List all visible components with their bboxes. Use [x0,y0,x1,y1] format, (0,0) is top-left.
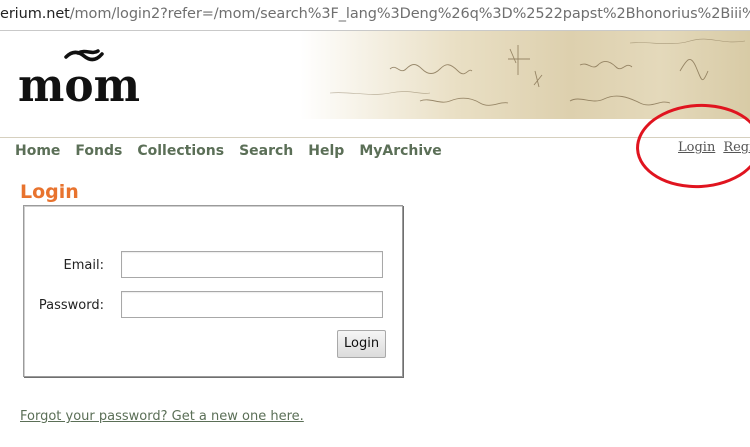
nav-fonds[interactable]: Fonds [75,143,122,159]
nav-help[interactable]: Help [308,143,344,159]
forgot-password-link[interactable]: Forgot your password? Get a new one here… [20,409,304,424]
site-banner: mom [0,31,750,119]
nav-collections[interactable]: Collections [137,143,224,159]
email-label: Email: [63,258,104,273]
nav-myarchive[interactable]: MyArchive [359,143,441,159]
password-input[interactable] [121,291,383,318]
address-bar[interactable]: erium.net/mom/login2?refer=/mom/search%3… [0,0,750,31]
main-navigation: Home Fonds Collections Search Help MyArc… [15,143,457,159]
nav-search[interactable]: Search [239,143,293,159]
login-submit-button[interactable]: Login [337,330,387,358]
url-host: erium.net [0,6,70,22]
logo-text: mom [18,58,140,112]
url-path: /mom/login2?refer=/mom/search%3F_lang%3D… [69,6,750,22]
password-label: Password: [38,298,104,313]
url-text[interactable]: erium.net/mom/login2?refer=/mom/search%3… [0,6,750,22]
page-title: Login [20,181,79,203]
email-input[interactable] [121,251,383,278]
nav-home[interactable]: Home [15,143,60,159]
mom-logo: mom [18,49,140,112]
